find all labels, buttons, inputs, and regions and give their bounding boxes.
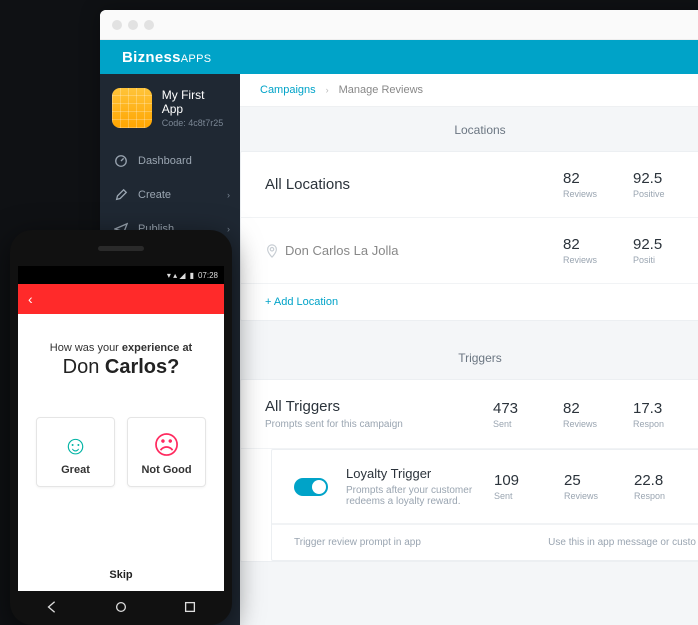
breadcrumb: Campaigns › Manage Reviews	[240, 74, 698, 107]
phone-statusbar: ▾ ▴ ◢ ▮ 07:28	[18, 266, 224, 284]
location-row[interactable]: Don Carlos La Jolla 82 Reviews 92.5 Positi	[241, 218, 698, 284]
stat-value: 25	[564, 472, 626, 489]
stat-label: Sent	[494, 491, 556, 501]
stat-value: 92.5	[633, 236, 695, 253]
phone-screen: ▾ ▴ ◢ ▮ 07:28 ‹ How was your experience …	[18, 266, 224, 591]
section-title-locations: Locations	[240, 107, 698, 147]
sidebar-item-label: Create	[138, 189, 171, 201]
choice-notgood[interactable]: ☹ Not Good	[127, 417, 206, 487]
trigger-item-card: Loyalty Trigger Prompts after your custo…	[271, 449, 698, 561]
stat-value: 473	[493, 400, 555, 417]
row-title: All Triggers	[265, 398, 485, 415]
row-subtitle: Prompts sent for this campaign	[265, 419, 485, 430]
chevron-right-icon: ›	[227, 190, 230, 200]
foot-left: Trigger review prompt in app	[294, 537, 421, 548]
nav-home-icon[interactable]	[114, 600, 128, 614]
sidebar-item-dashboard[interactable]: Dashboard	[100, 144, 240, 178]
browser-chrome	[100, 10, 698, 40]
stat-value: 82	[563, 236, 625, 253]
stat-value: 17.3	[633, 400, 695, 417]
chevron-right-icon: ›	[326, 85, 329, 95]
brand-bar: BiznessAPPS	[100, 40, 698, 74]
nav-recent-icon[interactable]	[183, 600, 197, 614]
stat-label: Reviews	[563, 255, 625, 265]
breadcrumb-current: Manage Reviews	[339, 84, 423, 96]
trigger-row[interactable]: Loyalty Trigger Prompts after your custo…	[272, 450, 698, 524]
breadcrumb-root[interactable]: Campaigns	[260, 84, 316, 96]
smile-icon: ☺	[37, 432, 114, 458]
chevron-right-icon: ›	[227, 224, 230, 234]
stat-value: 82	[563, 400, 625, 417]
nav-back-icon[interactable]	[45, 600, 59, 614]
battery-icon: ▮	[190, 271, 194, 280]
row-title: All Locations	[265, 176, 555, 193]
phone-device: ▾ ▴ ◢ ▮ 07:28 ‹ How was your experience …	[10, 230, 232, 625]
phone-topbar: ‹	[18, 284, 224, 314]
brand-logo: BiznessAPPS	[122, 49, 211, 66]
triggers-card: All Triggers Prompts sent for this campa…	[240, 379, 698, 562]
stat-label: Sent	[493, 419, 555, 429]
choice-label: Great	[37, 464, 114, 476]
window-dot	[112, 20, 122, 30]
signal-icon: ▾ ▴ ◢	[167, 271, 186, 280]
stat-label: Positi	[633, 255, 695, 265]
prompt-question: How was your experience at	[34, 342, 208, 354]
stat-value: 92.5	[633, 170, 695, 187]
stat-label: Reviews	[563, 189, 625, 199]
skip-button[interactable]: Skip	[18, 569, 224, 581]
stat-value: 109	[494, 472, 556, 489]
main-content: Campaigns › Manage Reviews Locations All…	[240, 74, 698, 625]
pin-icon	[265, 244, 279, 258]
choice-label: Not Good	[128, 464, 205, 476]
window-dot	[128, 20, 138, 30]
pencil-icon	[114, 188, 128, 202]
sidebar-item-label: Dashboard	[138, 155, 192, 167]
trigger-desc: Prompts after your customer redeems a lo…	[346, 485, 486, 507]
stat-label: Reviews	[563, 419, 625, 429]
add-location-link[interactable]: + Add Location	[241, 284, 698, 320]
android-navbar	[18, 593, 224, 621]
trigger-toggle[interactable]	[294, 478, 328, 496]
section-title-triggers: Triggers	[240, 335, 698, 375]
stat-label: Respon	[633, 419, 695, 429]
location-name: Don Carlos La Jolla	[285, 243, 398, 258]
all-locations-row[interactable]: All Locations 82 Reviews 92.5 Positive	[241, 152, 698, 218]
app-icon	[112, 88, 152, 128]
phone-time: 07:28	[198, 271, 218, 280]
back-button[interactable]: ‹	[28, 291, 33, 307]
trigger-name: Loyalty Trigger	[346, 466, 486, 481]
window-dot	[144, 20, 154, 30]
foot-right: Use this in app message or custo	[548, 537, 696, 548]
app-code: Code: 4c8t7r25	[162, 118, 228, 128]
phone-speaker	[98, 246, 144, 251]
frown-icon: ☹	[128, 432, 205, 458]
app-selector[interactable]: My First App Code: 4c8t7r25	[100, 74, 240, 138]
sidebar-item-create[interactable]: Create ›	[100, 178, 240, 212]
prompt-location: Don Carlos?	[34, 356, 208, 379]
stat-label: Reviews	[564, 491, 626, 501]
choice-great[interactable]: ☺ Great	[36, 417, 115, 487]
app-name: My First App	[162, 88, 228, 116]
stat-value: 22.8	[634, 472, 696, 489]
stat-value: 82	[563, 170, 625, 187]
locations-card: All Locations 82 Reviews 92.5 Positive Don…	[240, 151, 698, 321]
stat-label: Respon	[634, 491, 696, 501]
stat-label: Positive	[633, 189, 695, 199]
all-triggers-row[interactable]: All Triggers Prompts sent for this campa…	[241, 380, 698, 449]
gauge-icon	[114, 154, 128, 168]
